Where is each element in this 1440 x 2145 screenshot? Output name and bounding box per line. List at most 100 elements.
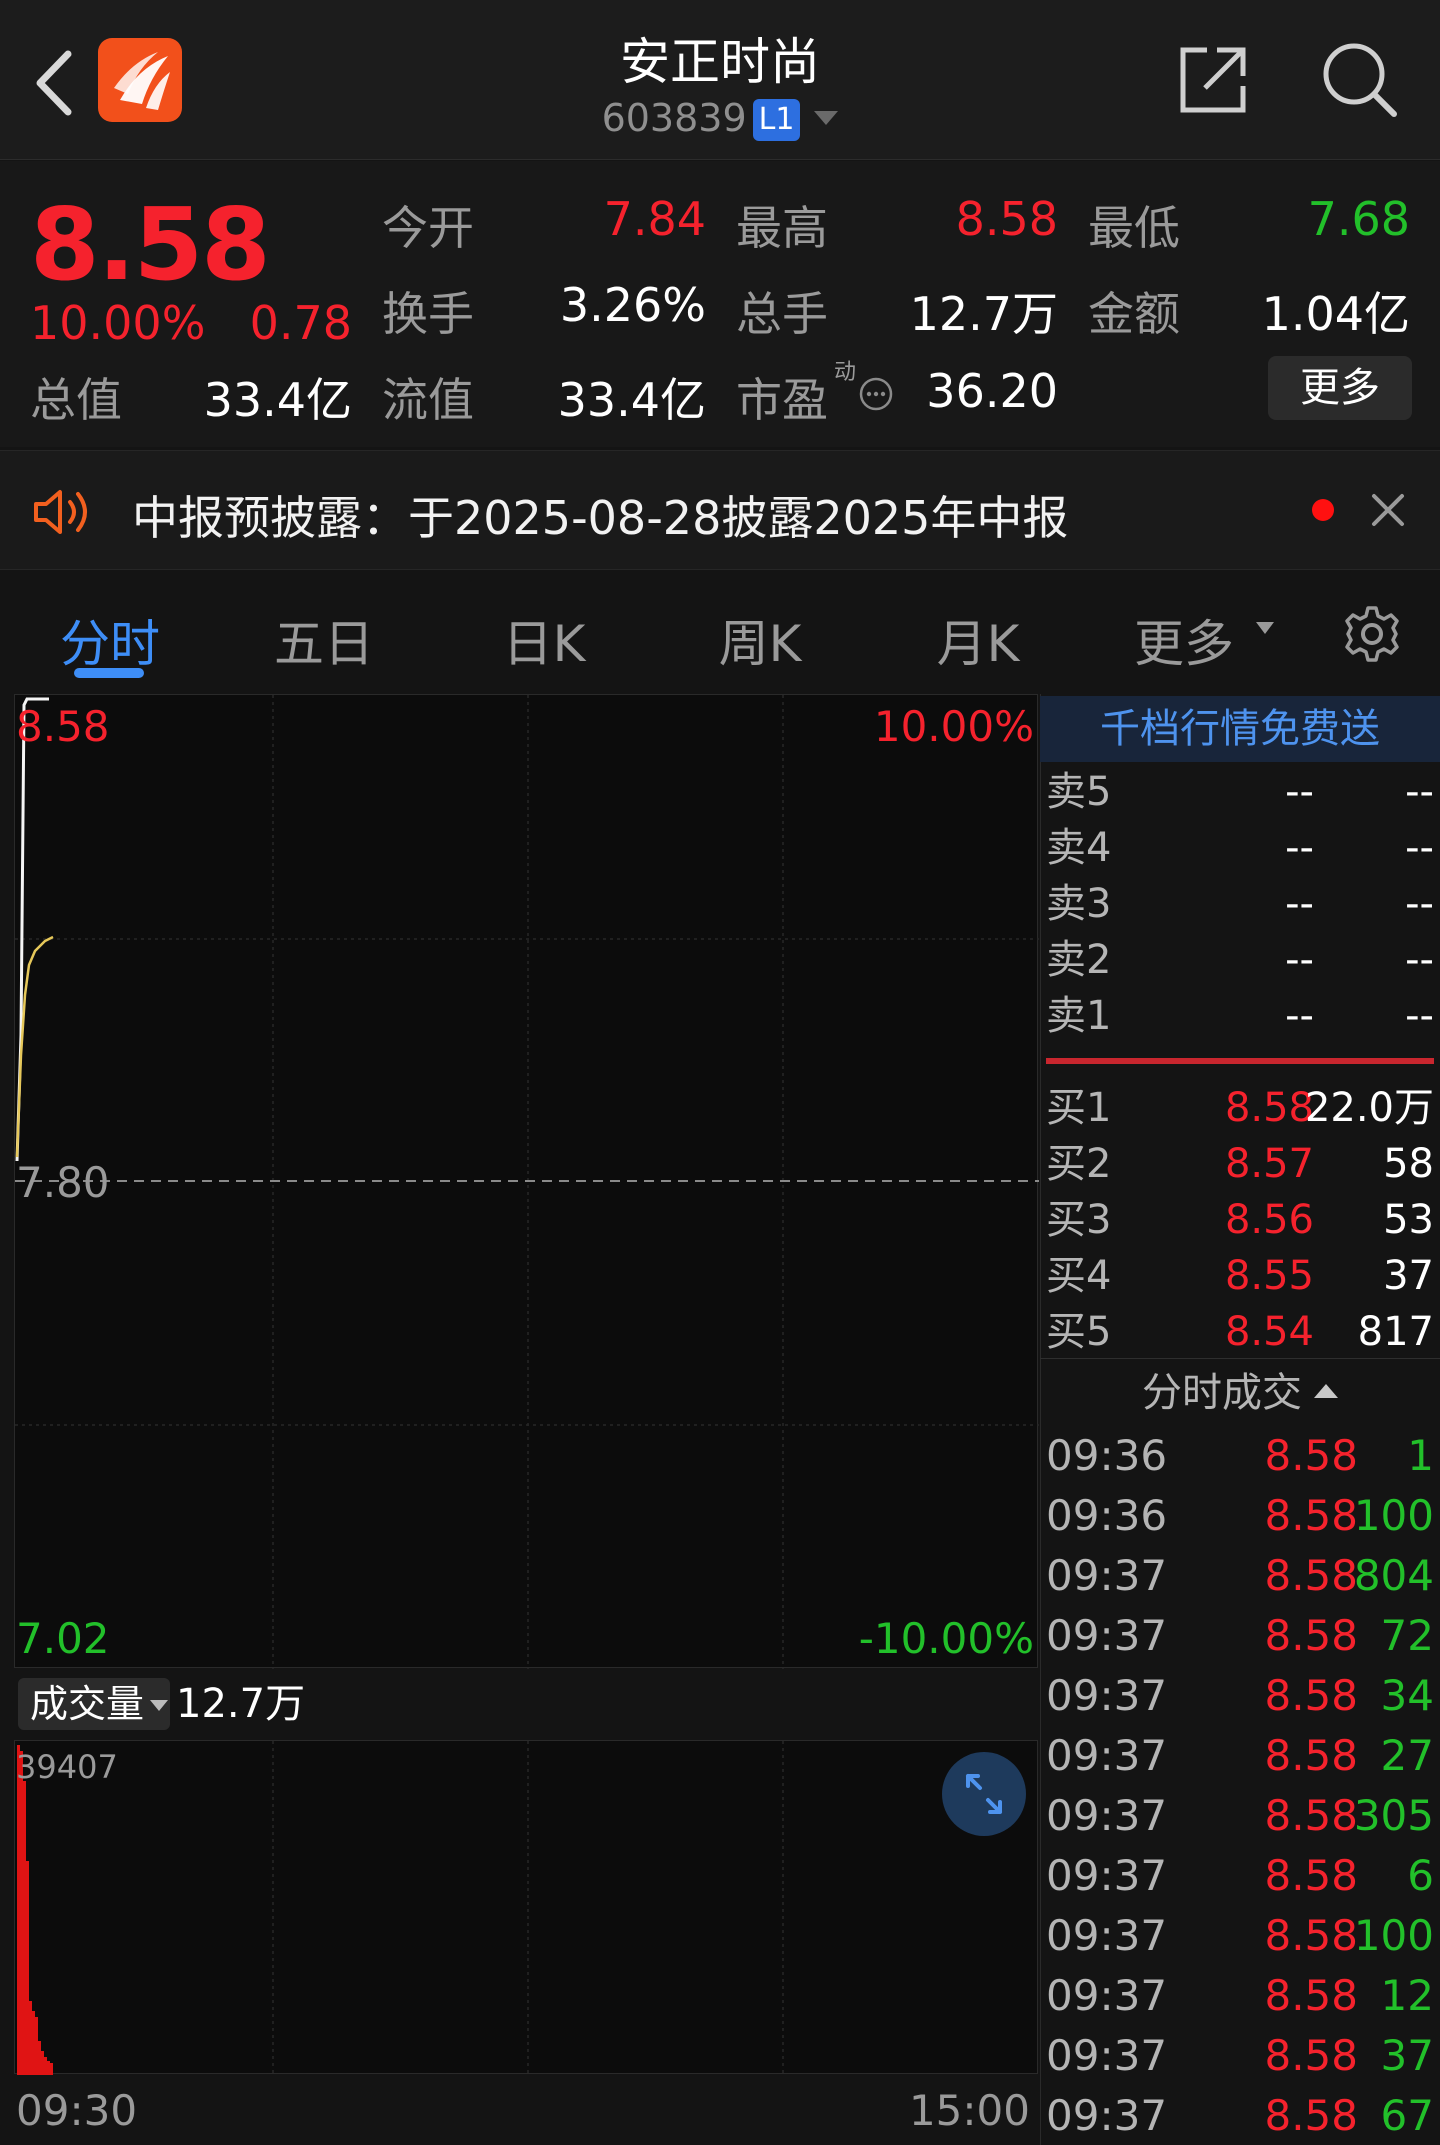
sell-level-row: 卖3 -- --: [1046, 876, 1434, 932]
share-icon[interactable]: [1175, 42, 1251, 118]
volume-chart-canvas: [17, 1741, 784, 2075]
tick-price: 8.58: [1264, 1551, 1358, 1600]
level-label: 买2: [1046, 1141, 1112, 1187]
tick-volume: 804: [1353, 1551, 1434, 1600]
volume-bar: [29, 2001, 32, 2075]
tick-time: 09:37: [1046, 2031, 1168, 2080]
level-price: 8.54: [1224, 1309, 1314, 1355]
level-label: 卖3: [1046, 881, 1112, 927]
open-label: 今开: [382, 201, 474, 255]
tick-price: 8.58: [1264, 1971, 1358, 2020]
float-value-label: 流值: [382, 373, 474, 427]
tick-time: 09:37: [1046, 1551, 1168, 1600]
tick-time: 09:37: [1046, 1791, 1168, 1840]
price-line: [15, 697, 49, 1162]
level-label: 卖2: [1046, 937, 1112, 983]
time-axis-end: 15:00: [908, 2086, 1030, 2135]
volume-bar: [35, 2017, 38, 2075]
pct-axis-top: 10.00%: [873, 702, 1034, 751]
tick-volume: 12: [1380, 1971, 1434, 2020]
price-axis-mid: 7.80: [16, 1158, 110, 1207]
volume-bar: [44, 2057, 47, 2075]
tick-row: 09:37 8.58 12: [1046, 1966, 1434, 2026]
pe-dynamic-mark: 动: [834, 360, 857, 385]
tick-row: 09:37 8.58 804: [1046, 1546, 1434, 1606]
settings-gear-icon[interactable]: [1342, 604, 1402, 664]
expand-icon: [966, 1774, 1002, 1814]
last-price: 8.58: [30, 186, 271, 303]
pe-value: 36.20: [926, 364, 1058, 418]
ticks-separator: [1040, 1358, 1440, 1359]
tab-intraday[interactable]: 分时: [30, 604, 190, 676]
notice-text[interactable]: 中报预披露：于2025-08-28披露2025年中报: [132, 482, 1068, 548]
tick-price: 8.58: [1264, 2091, 1358, 2140]
volume-bar: [20, 1751, 23, 2075]
ticks-header[interactable]: 分时成交: [1040, 1364, 1440, 1422]
level-price: --: [1285, 825, 1314, 871]
tick-volume: 100: [1353, 1911, 1434, 1960]
tick-time: 09:37: [1046, 1611, 1168, 1660]
sell-level-row: 卖5 -- --: [1046, 764, 1434, 820]
tick-volume: 27: [1380, 1731, 1434, 1780]
close-icon[interactable]: [1368, 490, 1408, 530]
buy-level-row: 买5 8.54 817: [1046, 1304, 1434, 1360]
tick-row: 09:37 8.58 100: [1046, 1906, 1434, 1966]
tick-volume: 305: [1353, 1791, 1434, 1840]
tick-row: 09:37 8.58 67: [1046, 2086, 1434, 2145]
sell-level-row: 卖4 -- --: [1046, 820, 1434, 876]
tick-row: 09:37 8.58 305: [1046, 1786, 1434, 1846]
level-price: 8.56: [1224, 1197, 1314, 1243]
tick-volume: 100: [1353, 1491, 1434, 1540]
active-tab-indicator: [74, 668, 144, 678]
level-price: 8.58: [1224, 1085, 1314, 1131]
volume-bar: [17, 1745, 20, 2075]
volume-bar: [38, 2041, 41, 2075]
ticks-header-label: 分时成交: [1142, 1370, 1302, 1416]
tab-daily-k[interactable]: 日K: [464, 604, 624, 676]
speaker-icon: [34, 490, 87, 534]
tick-price: 8.58: [1264, 1611, 1358, 1660]
volume-total: 12.7万: [176, 1681, 306, 1727]
tab-monthly-k[interactable]: 月K: [898, 604, 1058, 676]
indicator-selector[interactable]: 成交量: [18, 1678, 170, 1730]
level-volume: --: [1405, 769, 1434, 815]
level-label: 买3: [1046, 1197, 1112, 1243]
chevron-down-icon[interactable]: [814, 111, 839, 125]
total-volume-value: 12.7万: [909, 287, 1058, 341]
high-value: 8.58: [955, 192, 1058, 246]
sell-level-row: 卖2 -- --: [1046, 932, 1434, 988]
search-icon[interactable]: [1320, 40, 1400, 120]
tick-volume: 1: [1407, 1431, 1434, 1480]
quote-more-button[interactable]: 更多: [1268, 356, 1412, 420]
tick-time: 09:37: [1046, 1911, 1168, 1960]
intraday-price-chart[interactable]: [14, 694, 1039, 1669]
tick-row: 09:37 8.58 27: [1046, 1726, 1434, 1786]
price-axis-bottom: 7.02: [16, 1614, 110, 1663]
tick-volume: 67: [1380, 2091, 1434, 2140]
volume-bar: [26, 1861, 29, 2075]
volume-bar: [41, 2051, 44, 2075]
tick-time: 09:37: [1046, 1851, 1168, 1900]
tab-more-dropdown-icon[interactable]: [1256, 622, 1274, 636]
total-value-label: 总值: [30, 373, 122, 427]
volume-bar: [47, 2061, 50, 2075]
order-book-divider: [1046, 1058, 1434, 1064]
volume-chart[interactable]: [14, 1740, 1038, 2075]
expand-chart-button[interactable]: [942, 1752, 1026, 1836]
tick-row: 09:37 8.58 37: [1046, 2026, 1434, 2086]
tick-time: 09:36: [1046, 1431, 1168, 1480]
tab-five-day[interactable]: 五日: [244, 604, 404, 676]
level-price: --: [1285, 993, 1314, 1039]
tick-price: 8.58: [1264, 1911, 1358, 1960]
depth-promo-banner[interactable]: 千档行情免费送: [1040, 696, 1440, 762]
tab-more[interactable]: 更多: [1114, 604, 1254, 676]
tick-time: 09:37: [1046, 2091, 1168, 2140]
tick-price: 8.58: [1264, 2031, 1358, 2080]
volume-bar: [23, 1781, 26, 2075]
sort-up-icon: [1314, 1384, 1338, 1398]
more-info-icon[interactable]: [858, 376, 894, 412]
turnover-label: 换手: [382, 287, 474, 341]
tab-weekly-k[interactable]: 周K: [680, 604, 840, 676]
tick-volume: 72: [1380, 1611, 1434, 1660]
total-value: 33.4亿: [203, 373, 352, 427]
